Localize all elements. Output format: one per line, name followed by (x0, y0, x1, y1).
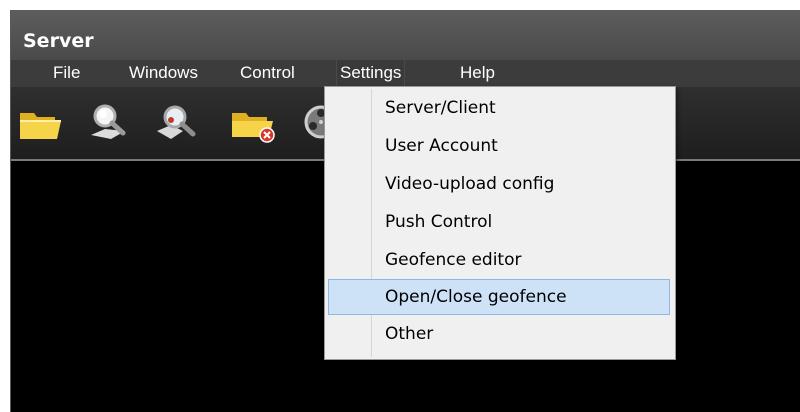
menu-item-open-close-geofence[interactable]: Open/Close geofence (328, 279, 670, 315)
menu-file[interactable]: File (53, 60, 80, 87)
menu-item-other[interactable]: Other (328, 317, 670, 351)
menu-bar: File Windows Control Settings Help (11, 59, 800, 88)
settings-dropdown-menu: Server/Client User Account Video-upload … (324, 86, 676, 360)
search-map-icon[interactable] (153, 101, 199, 143)
menu-item-video-upload-config[interactable]: Video-upload config (328, 167, 670, 201)
menu-item-label: Server/Client (385, 98, 496, 118)
menu-item-label: Video-upload config (385, 174, 555, 194)
menu-item-label: Geofence editor (385, 250, 522, 270)
title-bar[interactable]: Server (11, 10, 800, 60)
menu-item-server-client[interactable]: Server/Client (328, 91, 670, 125)
menu-item-label: Open/Close geofence (385, 287, 567, 307)
menu-item-label: Other (385, 324, 434, 344)
menu-item-push-control[interactable]: Push Control (328, 205, 670, 239)
menu-help[interactable]: Help (460, 60, 495, 87)
window-title: Server (23, 30, 94, 52)
menu-item-geofence-editor[interactable]: Geofence editor (328, 243, 670, 277)
menu-settings[interactable]: Settings (335, 59, 406, 88)
menu-control[interactable]: Control (240, 60, 295, 87)
menu-windows[interactable]: Windows (129, 60, 198, 87)
menu-item-label: User Account (385, 136, 498, 156)
menu-item-label: Push Control (385, 212, 493, 232)
folder-delete-icon[interactable] (229, 101, 275, 143)
menu-item-user-account[interactable]: User Account (328, 129, 670, 163)
open-folder-icon[interactable] (17, 101, 63, 143)
search-icon[interactable] (85, 101, 131, 143)
